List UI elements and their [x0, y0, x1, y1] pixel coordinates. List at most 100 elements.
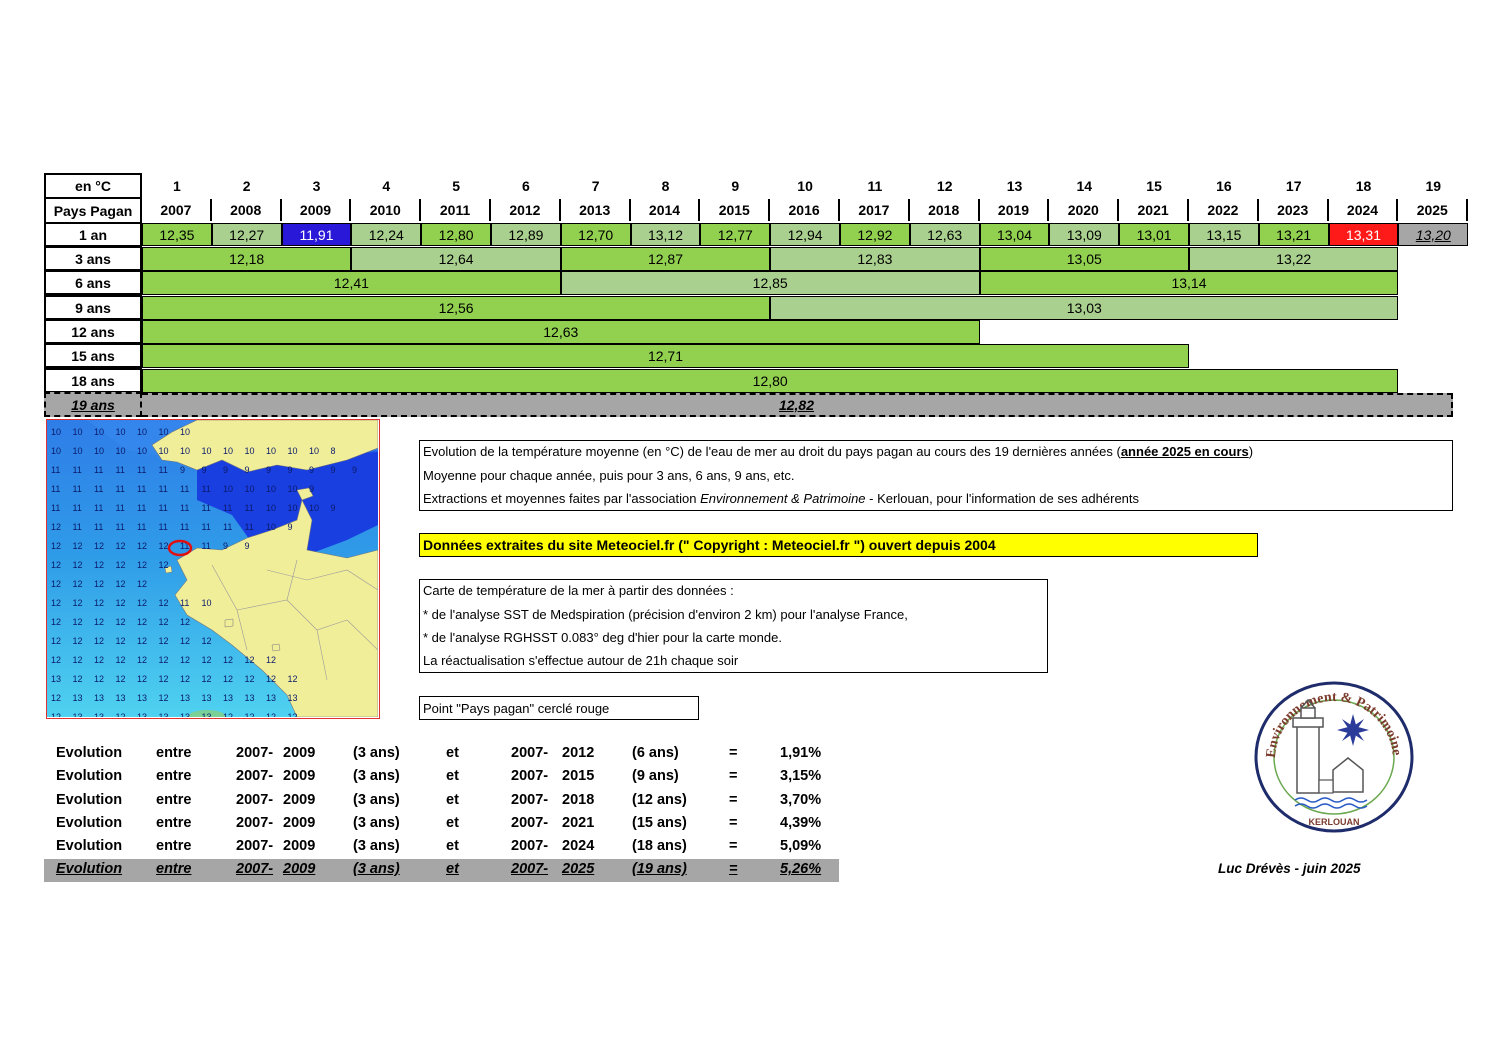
map-temperature-label: 12	[94, 598, 104, 608]
annual-value-cell: 11,91	[281, 223, 352, 246]
description-line-3: Extractions et moyennes faites par l'ass…	[423, 491, 1140, 506]
map-temperature-label: 12	[137, 655, 147, 665]
map-temperature-label: 11	[202, 503, 211, 513]
map-info-box: Carte de température de la mer à partir …	[419, 579, 1048, 673]
map-temperature-label: 12	[159, 693, 169, 703]
year-index: 19	[1425, 178, 1442, 194]
year-header: 2016	[770, 199, 840, 221]
evolution-et: et	[446, 838, 459, 854]
evolution-y3: 2007-	[511, 792, 549, 808]
map-temperature-label: 12	[94, 655, 104, 665]
map-temperature-label: 12	[94, 617, 104, 627]
year-index: 4	[382, 178, 391, 194]
evolution-word: Evolution	[56, 815, 123, 831]
year-index: 2	[242, 178, 251, 194]
evolution-y3: 2007-	[511, 815, 549, 831]
evolution-dur1: (3 ans)	[353, 745, 400, 761]
map-temperature-label: 11	[202, 522, 211, 532]
year-header: 2012	[491, 199, 561, 221]
map-temperature-label: 12	[51, 541, 61, 551]
map-temperature-label: 11	[159, 465, 168, 475]
evolution-dur1: (3 ans)	[353, 861, 400, 877]
average-span-cell: 13,05	[979, 247, 1189, 271]
evolution-entre: entre	[156, 768, 192, 784]
map-temperature-label: 12	[137, 636, 147, 646]
map-temperature-label: 10	[223, 446, 233, 456]
year-index: 8	[661, 178, 670, 194]
map-temperature-label: 12	[266, 655, 276, 665]
map-temperature-label: 12	[73, 674, 83, 684]
map-temperature-label: 12	[159, 617, 169, 627]
row-label-12ans: 12 ans	[44, 319, 142, 344]
map-temperature-label: 11	[180, 503, 189, 513]
map-temperature-label: 10	[266, 503, 276, 513]
map-temperature-label: 10	[288, 484, 298, 494]
evolution-y2: 2009	[283, 838, 316, 854]
map-temperature-label: 13	[245, 693, 255, 703]
map-temperature-label: 9	[288, 465, 293, 475]
map-temperature-label: 10	[288, 503, 298, 513]
evolution-y4: 2012	[562, 745, 595, 761]
evolution-y3: 2007-	[511, 861, 549, 877]
year-index: 7	[591, 178, 600, 194]
evolution-pct: 4,39%	[780, 815, 822, 831]
map-temperature-label: 11	[159, 522, 168, 532]
map-temperature-label: 10	[202, 598, 212, 608]
map-temperature-label: 10	[137, 427, 147, 437]
map-temperature-label: 11	[73, 522, 82, 532]
evolution-et: et	[446, 815, 459, 831]
map-temperature-label: 11	[245, 503, 254, 513]
evolution-y4: 2024	[562, 838, 595, 854]
map-temperature-label: 12	[137, 560, 147, 570]
map-temperature-label: 10	[51, 446, 61, 456]
map-temperature-label: 9	[352, 465, 357, 475]
map-temperature-label: 12	[159, 598, 169, 608]
map-temperature-label: 13	[180, 693, 190, 703]
signature: Luc Drévès - juin 2025	[1218, 861, 1361, 876]
map-temperature-label: 13	[94, 693, 104, 703]
map-temperature-label: 12	[51, 579, 61, 589]
svg-text:KERLOUAN: KERLOUAN	[1309, 817, 1360, 827]
map-temperature-label: 12	[180, 655, 190, 665]
evolution-y1: 2007-	[236, 815, 274, 831]
map-temperature-label: 11	[223, 503, 232, 513]
map-temperature-label: 10	[137, 446, 147, 456]
map-temperature-label: 12	[223, 712, 233, 717]
year-header: 2011	[421, 199, 491, 221]
evolution-eq: =	[729, 792, 738, 808]
year-index: 3	[312, 178, 321, 194]
map-temperature-label: 12	[73, 636, 83, 646]
map-temperature-label: 10	[116, 427, 126, 437]
map-temperature-label: 12	[202, 655, 212, 665]
map-temperature-label: 12	[137, 541, 147, 551]
row-label-19ans: 19 ans	[44, 392, 142, 417]
map-temperature-label: 10	[245, 484, 255, 494]
year-header: 2019	[980, 199, 1050, 221]
map-temperature-label: 13	[137, 693, 147, 703]
map-temperature-label: 12	[159, 560, 169, 570]
map-temperature-label: 10	[73, 446, 83, 456]
map-temperature-label: 12	[180, 636, 190, 646]
map-temperature-label: 11	[51, 503, 60, 513]
evolution-eq: =	[729, 838, 738, 854]
map-temperature-label: 11	[73, 465, 82, 475]
year-header: 2022	[1189, 199, 1259, 221]
map-temperature-label: 9	[331, 503, 336, 513]
map-temperature-label: 10	[266, 446, 276, 456]
map-temperature-label: 12	[116, 617, 126, 627]
evolution-y2: 2009	[283, 815, 316, 831]
lighthouse-logo-icon: Environnement & Patrimoine KERLOUAN	[1254, 681, 1414, 833]
map-temperature-label: 11	[51, 465, 60, 475]
point-note-text: Point "Pays pagan" cerclé rouge	[423, 701, 610, 716]
map-temperature-label: 13	[94, 712, 104, 717]
year-index: 9	[731, 178, 740, 194]
average-span-cell: 12,85	[560, 271, 980, 295]
year-header: 2018	[910, 199, 980, 221]
evolution-y1: 2007-	[236, 861, 274, 877]
map-temperature-label: 12	[137, 617, 147, 627]
map-temperature-label: 12	[73, 598, 83, 608]
map-temperature-label: 11	[137, 465, 146, 475]
map-temperature-label: 12	[73, 560, 83, 570]
row-label-3ans: 3 ans	[44, 246, 142, 271]
map-temperature-label: 12	[266, 712, 276, 717]
